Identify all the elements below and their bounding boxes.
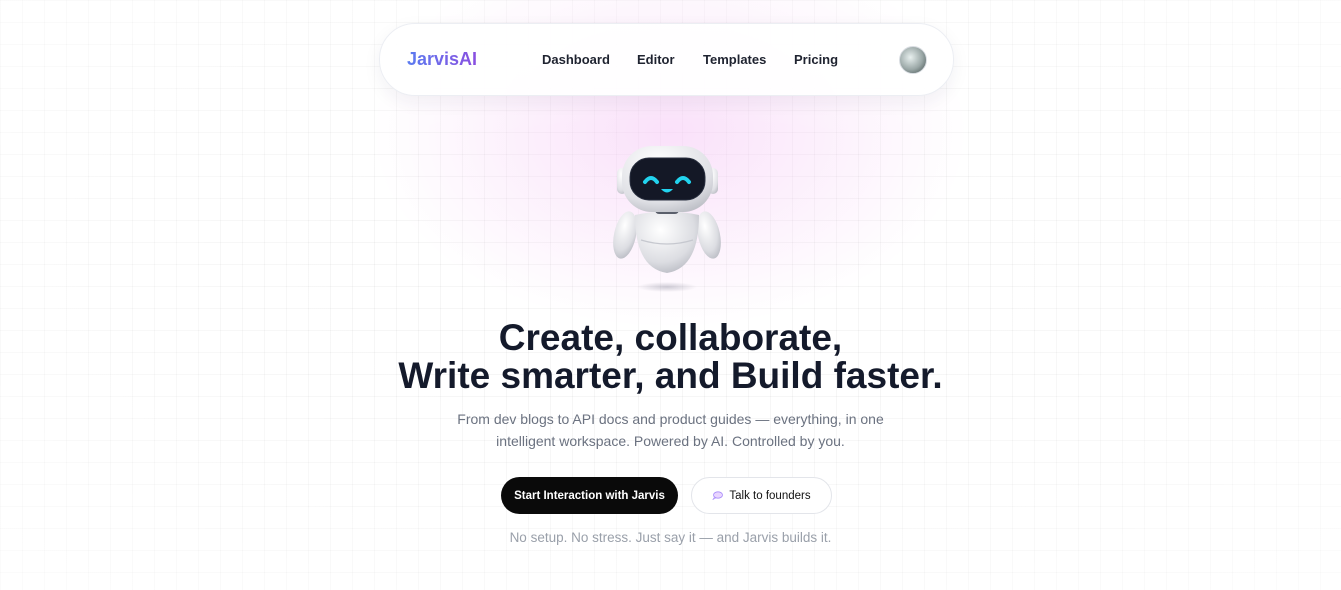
user-avatar[interactable] [899,46,927,74]
nav-link-templates[interactable]: Templates [703,52,766,67]
top-navbar: JarvisAI Dashboard Editor Templates Pric… [379,23,954,96]
nav-link-pricing[interactable]: Pricing [794,52,838,67]
talk-to-founders-label: Talk to founders [729,489,811,502]
hero-tagline: No setup. No stress. Just say it — and J… [509,530,832,545]
nav-link-editor[interactable]: Editor [637,52,675,67]
brand-logo[interactable]: JarvisAI [407,49,477,70]
speech-bubble-icon [712,491,724,500]
start-interaction-label: Start Interaction with Jarvis [514,489,665,502]
start-interaction-button[interactable]: Start Interaction with Jarvis [501,477,678,514]
nav-link-dashboard[interactable]: Dashboard [542,52,610,67]
hero-subtext-line2: intelligent workspace. Powered by AI. Co… [496,433,845,449]
hero-headline-line2: Write smarter, and Build faster. [398,355,943,396]
talk-to-founders-button[interactable]: Talk to founders [691,477,832,514]
hero-subtext-line1: From dev blogs to API docs and product g… [457,411,884,427]
hero-headline-line1: Create, collaborate, [498,317,843,358]
robot-mascot-icon [613,146,721,292]
